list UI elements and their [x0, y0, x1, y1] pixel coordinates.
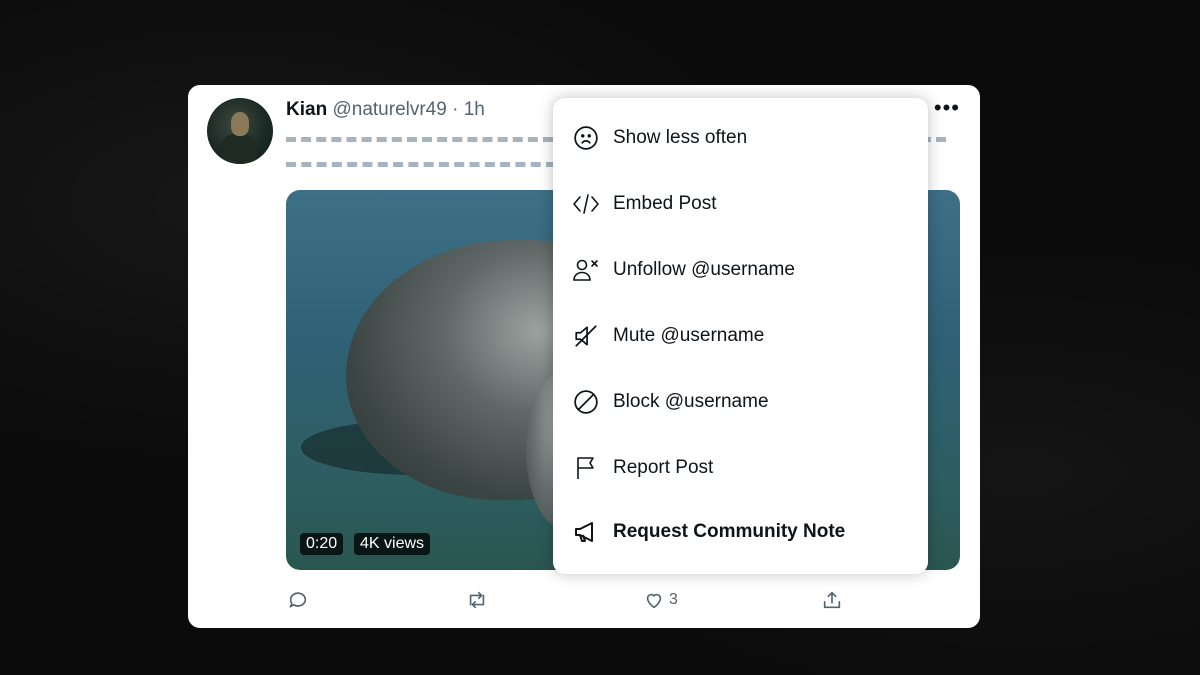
- menu-item-mute[interactable]: Mute @username: [553, 303, 928, 369]
- menu-item-label: Embed Post: [613, 193, 717, 214]
- post-time[interactable]: 1h: [464, 99, 485, 120]
- menu-item-request-community-note[interactable]: Request Community Note: [553, 499, 928, 565]
- avatar[interactable]: [207, 98, 273, 164]
- menu-item-label: Mute @username: [613, 325, 765, 346]
- more-options-icon[interactable]: •••: [934, 97, 960, 119]
- menu-item-report-post[interactable]: Report Post: [553, 435, 928, 501]
- heart-icon: [643, 589, 665, 611]
- menu-item-label: Show less often: [613, 127, 748, 148]
- post-header: Kian @naturelvr49 · 1h: [286, 99, 485, 121]
- share-button[interactable]: [821, 589, 843, 611]
- mute-icon: [572, 322, 600, 350]
- user-remove-icon: [572, 256, 600, 284]
- video-views-badge: 4K views: [354, 533, 431, 555]
- frown-face-icon: [572, 124, 600, 152]
- block-icon: [572, 388, 600, 416]
- menu-item-label: Unfollow @username: [613, 259, 795, 280]
- menu-item-block[interactable]: Block @username: [553, 369, 928, 435]
- menu-item-embed-post[interactable]: Embed Post: [553, 171, 928, 237]
- like-count: 3: [669, 591, 678, 608]
- repost-icon: [465, 589, 489, 611]
- author-name[interactable]: Kian: [286, 99, 327, 120]
- post-options-menu: Show less often Embed Post Unfollow @use…: [553, 98, 928, 574]
- share-icon: [821, 589, 843, 611]
- repost-button[interactable]: [465, 589, 489, 611]
- megaphone-icon: [572, 518, 600, 546]
- reply-button[interactable]: [287, 589, 309, 611]
- reply-icon: [287, 589, 309, 611]
- menu-item-label: Block @username: [613, 391, 769, 412]
- post-text-placeholder-line: [286, 162, 556, 172]
- menu-item-label: Report Post: [613, 457, 714, 478]
- code-icon: [572, 190, 600, 218]
- menu-item-unfollow[interactable]: Unfollow @username: [553, 237, 928, 303]
- author-handle[interactable]: @naturelvr49: [332, 99, 446, 120]
- like-button[interactable]: 3: [643, 589, 678, 611]
- menu-item-show-less-often[interactable]: Show less often: [553, 105, 928, 171]
- menu-item-label: Request Community Note: [613, 521, 846, 542]
- video-duration-badge: 0:20: [300, 533, 344, 555]
- separator: ·: [452, 99, 459, 120]
- flag-icon: [572, 454, 600, 482]
